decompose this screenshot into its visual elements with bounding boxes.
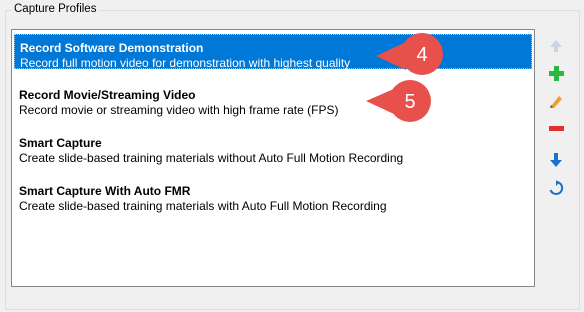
arrow-up-icon: [550, 40, 562, 52]
callout-5: 5: [366, 80, 431, 122]
add-profile-button[interactable]: [545, 62, 567, 84]
plus-icon: [549, 66, 564, 81]
arrow-down-icon: [550, 153, 562, 167]
move-down-button[interactable]: [545, 149, 567, 171]
move-up-button[interactable]: [545, 35, 567, 57]
profile-item-record-movie-streaming-video[interactable]: Record Movie/Streaming Video Record movi…: [14, 82, 532, 117]
profiles-list[interactable]: Record Software Demonstration Record ful…: [11, 29, 535, 287]
profile-title: Record Software Demonstration: [20, 41, 204, 55]
refresh-icon: [549, 180, 564, 195]
profile-title: Record Movie/Streaming Video: [19, 88, 196, 102]
callout-label: 5: [404, 91, 415, 113]
profile-description: Record movie or streaming video with hig…: [19, 103, 339, 117]
group-title: Capture Profiles: [11, 3, 100, 15]
reset-button[interactable]: [545, 177, 567, 199]
profile-description: Record full motion video for demonstrati…: [20, 56, 351, 70]
profile-description: Create slide-based training materials wi…: [19, 199, 387, 213]
edit-profile-button[interactable]: [545, 90, 567, 112]
profile-item-record-software-demonstration[interactable]: Record Software Demonstration Record ful…: [14, 34, 532, 70]
profile-title: Smart Capture With Auto FMR: [19, 184, 191, 198]
profile-title: Smart Capture: [19, 136, 102, 150]
remove-profile-button[interactable]: [545, 117, 567, 139]
callout-label: 4: [416, 44, 427, 66]
callout-4: 4: [376, 33, 443, 75]
profile-description: Create slide-based training materials wi…: [19, 151, 404, 165]
profile-item-smart-capture-auto-fmr[interactable]: Smart Capture With Auto FMR Create slide…: [14, 178, 532, 213]
minus-icon: [549, 126, 564, 131]
profile-item-smart-capture[interactable]: Smart Capture Create slide-based trainin…: [14, 130, 532, 165]
pencil-icon: [550, 96, 562, 108]
